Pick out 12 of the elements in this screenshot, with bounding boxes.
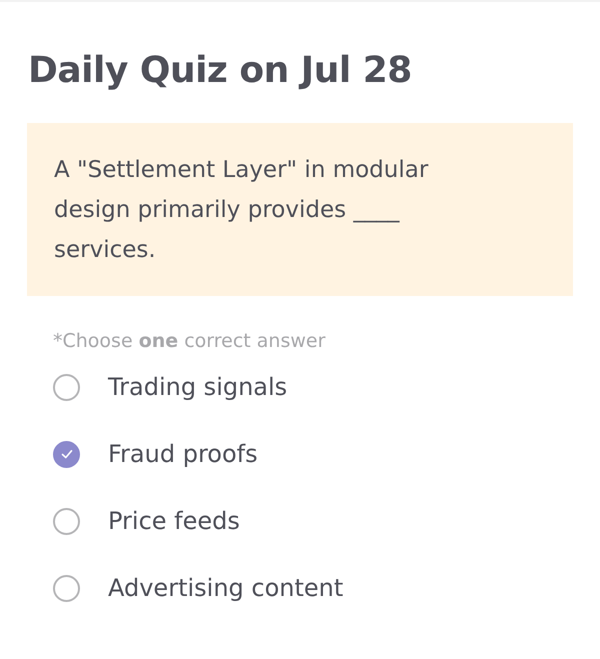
answer-option[interactable]: Trading signals <box>108 373 288 401</box>
radio-button[interactable] <box>53 508 80 534</box>
answer-option[interactable]: Advertising content <box>108 574 344 602</box>
question-text: A "Settlement Layer" in modular design primarily provides ____ services. <box>54 156 430 265</box>
answer-option[interactable]: Price feeds <box>108 507 240 535</box>
quiz-title: Daily Quiz on Jul 28 <box>28 49 413 93</box>
radio-button[interactable] <box>53 574 80 602</box>
instruction-text: *Choose one correct answer <box>53 330 326 352</box>
answer-option[interactable]: Fraud proofs <box>108 440 258 468</box>
radio-button[interactable] <box>53 440 80 468</box>
check-icon <box>60 447 74 461</box>
radio-button[interactable] <box>53 374 80 400</box>
